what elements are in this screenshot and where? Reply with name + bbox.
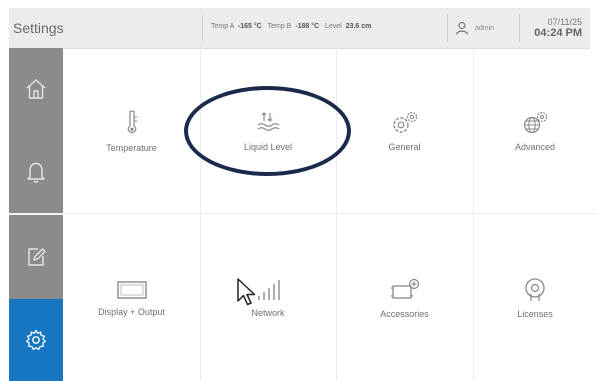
tile-general[interactable]: General xyxy=(336,48,473,213)
time-text: 04:24 PM xyxy=(534,27,582,39)
display-icon xyxy=(116,280,147,299)
gears-icon xyxy=(392,111,417,133)
tile-liquid-level[interactable]: Liquid Level xyxy=(200,48,336,213)
liquid-level-icon xyxy=(257,111,280,131)
globe-gear-icon xyxy=(523,111,548,133)
header-divider xyxy=(447,14,448,42)
user-icon xyxy=(455,21,469,35)
tile-label: Accessories xyxy=(380,308,429,319)
temp-b-value: -188 °C xyxy=(295,23,320,30)
sidebar xyxy=(9,48,63,381)
tile-licenses[interactable]: Licenses xyxy=(473,214,597,381)
page-title: Settings xyxy=(13,20,64,36)
bell-icon xyxy=(27,162,45,183)
accessories-icon xyxy=(390,278,419,299)
tile-label: Display + Output xyxy=(98,306,165,317)
tile-advanced[interactable]: Advanced xyxy=(473,48,597,213)
tile-label: Advanced xyxy=(514,141,556,152)
signal-bars-icon xyxy=(258,279,280,300)
header-divider xyxy=(519,14,520,42)
home-icon xyxy=(26,79,46,99)
temp-a-value: -165 °C xyxy=(237,23,262,30)
sidebar-item-alerts[interactable] xyxy=(9,130,63,213)
license-icon xyxy=(525,277,545,301)
temp-b-label: Temp B xyxy=(267,23,292,30)
header-bar: Settings Temp A -165 °C Temp B -188 °C L… xyxy=(9,8,590,49)
tile-display-output[interactable]: Display + Output xyxy=(63,214,200,381)
tile-temperature[interactable]: Temperature xyxy=(63,48,200,213)
level-label: Level xyxy=(325,23,342,30)
mouse-cursor-icon xyxy=(237,278,256,306)
edit-icon xyxy=(28,248,46,266)
status-readouts: Temp A -165 °C Temp B -188 °C Level 23.6… xyxy=(211,23,375,30)
username: admin xyxy=(475,24,495,32)
level-value: 23.6 cm xyxy=(345,23,372,30)
tile-label: Network xyxy=(251,307,285,318)
settings-grid: Temperature Liquid Level General Advance… xyxy=(63,48,597,381)
sidebar-item-home[interactable] xyxy=(9,48,63,130)
tile-accessories[interactable]: Accessories xyxy=(336,214,473,381)
user-menu[interactable]: admin xyxy=(455,18,494,38)
tile-label: Liquid Level xyxy=(243,141,293,152)
gear-icon xyxy=(26,329,46,351)
tile-label: General xyxy=(388,141,421,152)
tile-label: Temperature xyxy=(106,142,157,153)
tile-label: Licenses xyxy=(517,308,553,319)
datetime: 07/11/25 04:24 PM xyxy=(534,17,582,39)
thermometer-icon xyxy=(127,110,137,133)
sidebar-item-settings[interactable] xyxy=(9,299,63,381)
sidebar-item-notes[interactable] xyxy=(9,215,63,299)
header-divider xyxy=(202,14,203,42)
temp-a-label: Temp A xyxy=(211,23,234,30)
tile-network[interactable]: Network xyxy=(200,214,336,381)
